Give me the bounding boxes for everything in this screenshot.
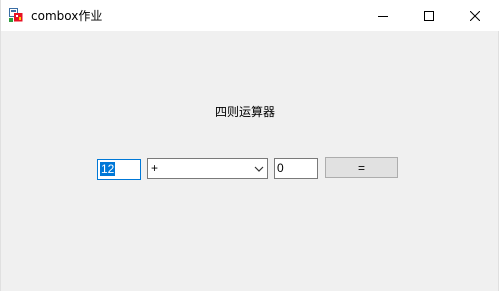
minimize-button[interactable] [360, 0, 406, 31]
window-title: combox作业 [31, 9, 103, 23]
close-icon [470, 10, 480, 21]
equals-label: = [357, 160, 365, 175]
operand-b-value: 0 [277, 161, 284, 175]
minimize-icon [378, 15, 388, 17]
operator-selected: + [151, 161, 159, 175]
chevron-down-icon [254, 166, 264, 172]
maximize-icon [424, 10, 434, 21]
app-icon [9, 8, 23, 22]
operator-combobox[interactable]: + [147, 158, 268, 179]
calculator-heading: 四则运算器 [215, 105, 276, 119]
maximize-button[interactable] [406, 0, 452, 31]
operand-a-value: 12 [100, 162, 116, 176]
app-window: combox作业 四则运算器 12 + 0 = [0, 0, 499, 291]
title-bar: combox作业 [1, 0, 499, 31]
equals-button[interactable]: = [325, 157, 398, 178]
operand-a-input[interactable]: 12 [97, 159, 141, 180]
close-button[interactable] [452, 0, 498, 31]
operand-b-input[interactable]: 0 [274, 158, 318, 179]
